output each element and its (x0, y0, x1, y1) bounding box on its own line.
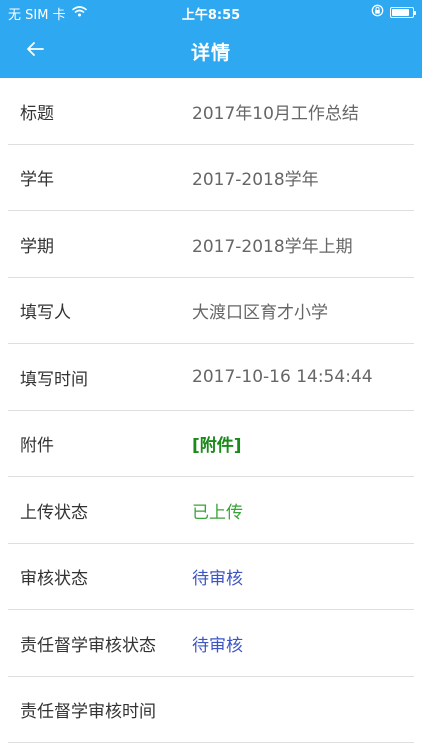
row-label: 责任督学审核状态 (20, 635, 156, 656)
row-label: 学期 (20, 236, 54, 257)
row-semester: 学期 2017-2018学年上期 (0, 211, 422, 278)
row-supervisor-review-status: 责任督学审核状态 待审核 (0, 610, 422, 677)
row-value: 2017-2018学年 (192, 170, 319, 191)
nav-bar: 详情 (0, 24, 422, 78)
battery-level (392, 9, 409, 16)
row-label: 责任督学审核时间 (20, 702, 156, 723)
row-upload-status: 上传状态 已上传 (0, 477, 422, 544)
detail-list: 标题 2017年10月工作总结 学年 2017-2018学年 学期 2017-2… (0, 78, 422, 743)
header: 无 SIM 卡 上午8:55 详情 (0, 0, 422, 78)
status-right (371, 4, 416, 21)
status-bar: 无 SIM 卡 上午8:55 (0, 0, 422, 24)
row-label: 标题 (20, 103, 54, 124)
row-supervisor-review-time: 责任督学审核时间 (0, 677, 422, 744)
row-label: 填写人 (20, 303, 71, 324)
upload-status-value: 已上传 (192, 502, 243, 523)
row-label: 附件 (20, 436, 54, 457)
row-label: 学年 (20, 170, 54, 191)
row-title: 标题 2017年10月工作总结 (0, 78, 422, 145)
battery-icon (390, 7, 416, 18)
row-label: 上传状态 (20, 502, 88, 523)
row-label: 填写时间 (20, 369, 88, 390)
row-review-status: 审核状态 待审核 (0, 544, 422, 611)
row-label: 审核状态 (20, 569, 88, 590)
attachment-link[interactable]: [附件] (192, 431, 242, 456)
row-value: 2017-2018学年上期 (192, 236, 353, 257)
row-value: 大渡口区育才小学 (192, 303, 328, 324)
row-fill-time: 填写时间 2017-10-16 14:54:44 (0, 344, 422, 411)
review-status-value: 待审核 (192, 569, 243, 590)
row-value: 2017年10月工作总结 (192, 103, 359, 124)
row-school-year: 学年 2017-2018学年 (0, 145, 422, 212)
page-title: 详情 (190, 42, 231, 64)
row-value: 2017-10-16 14:54:44 (192, 367, 373, 388)
row-attachment: 附件 [附件] (0, 411, 422, 478)
status-time: 上午8:55 (181, 8, 241, 23)
row-author: 填写人 大渡口区育才小学 (0, 278, 422, 345)
supervisor-review-status-value: 待审核 (192, 635, 243, 656)
orientation-lock-icon (371, 4, 384, 21)
